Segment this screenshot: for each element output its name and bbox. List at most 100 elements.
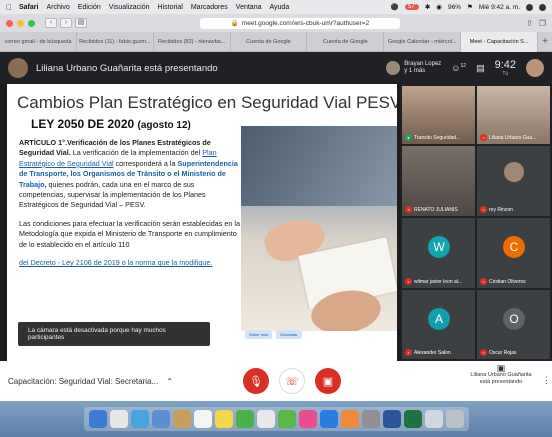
hangup-icon: ☏ — [285, 375, 299, 388]
tab-recibidos-2[interactable]: Recibidos (82) - riienavba... — [154, 31, 231, 52]
contacts-icon[interactable] — [172, 410, 191, 428]
notification-icon[interactable] — [539, 3, 546, 11]
search-icon[interactable] — [526, 3, 533, 11]
participant-name: rey Rincon — [489, 206, 513, 213]
excel-icon[interactable] — [403, 410, 422, 428]
participant-tile[interactable]: × Liliana Urbano Gua... — [477, 86, 550, 144]
messages-icon[interactable] — [277, 410, 296, 428]
menu-visualizacion[interactable]: Visualización — [109, 4, 150, 11]
clock-text[interactable]: Mié 9:42 a. m. — [479, 4, 520, 11]
speaking-icon: ● — [405, 134, 412, 141]
participant-tile[interactable]: ● Transito Seguridad... — [402, 86, 475, 144]
p1-text-2: corresponderá a la — [113, 158, 178, 168]
close-window-icon[interactable] — [6, 19, 13, 27]
presentation-chip[interactable]: Brayan Lopez y 1 más — [386, 61, 441, 75]
tab-cuenta-google-2[interactable]: Cuenta de Google — [307, 31, 385, 52]
tab-gmail[interactable]: correo gmail - de búsqueda — [0, 31, 77, 52]
toolbar-actions: ⇧ ❐ — [526, 19, 546, 28]
participant-tile[interactable]: O × Oscar Rojas — [477, 290, 550, 359]
slide-subtitle-date: (agosto 12) — [137, 120, 191, 131]
mail-icon[interactable] — [151, 410, 170, 428]
photos-icon[interactable] — [256, 410, 275, 428]
meeting-time-sub: Tú — [502, 71, 509, 77]
address-bar[interactable]: 🔒 meet.google.com/wrs-cbuk-umr?authuser=… — [200, 17, 400, 29]
slide-subtitle: LEY 2050 DE 2020 (agosto 12) — [31, 117, 191, 131]
mic-off-icon: × — [405, 349, 412, 356]
participant-tile[interactable]: × RENATO JULIANIS — [402, 146, 475, 216]
students-exam-photo — [241, 126, 397, 331]
sidebar-icon[interactable]: ▤ — [75, 18, 87, 28]
recording-badge[interactable]: 57' — [405, 4, 419, 10]
slide-subtitle-law: LEY 2050 DE 2020 — [31, 117, 135, 131]
url-text: meet.google.com/wrs-cbuk-umr?authuser=2 — [241, 19, 370, 27]
participant-tile[interactable]: × rey Rincon — [477, 146, 550, 216]
dismiss-button[interactable]: Descartar — [276, 330, 302, 339]
finder-icon[interactable] — [88, 410, 107, 428]
participant-name: RENATO JULIANIS — [414, 206, 458, 213]
learn-more-button[interactable]: Saber más — [245, 330, 273, 339]
browser-toolbar: ‹ › ▤ 🔒 meet.google.com/wrs-cbuk-umr?aut… — [0, 14, 552, 32]
mic-off-icon: × — [405, 206, 412, 213]
notes-icon[interactable] — [214, 410, 233, 428]
wifi-icon[interactable]: ◉ — [436, 3, 442, 11]
mic-status-icon[interactable]: ⚫ — [391, 3, 399, 11]
tab-recibidos-1[interactable]: Recibidos (11) - fabio.guzm... — [77, 31, 154, 52]
menu-marcadores[interactable]: Marcadores — [191, 4, 228, 11]
participant-photo — [504, 162, 524, 182]
folder-icon[interactable] — [424, 410, 443, 428]
toast-actions: Saber más Descartar — [245, 330, 302, 339]
more-options-icon[interactable]: ⋮ — [542, 375, 551, 386]
minimize-window-icon[interactable] — [17, 19, 24, 27]
menu-ventana[interactable]: Ventana — [236, 4, 262, 11]
leave-call-button[interactable]: ☏ — [279, 368, 305, 394]
flag-icon[interactable]: ⚑ — [467, 3, 473, 11]
participant-tile[interactable]: W × wilmar javier leon al... — [402, 218, 475, 288]
participant-name: Alexander Salon — [414, 349, 451, 356]
share-icon[interactable]: ⇧ — [526, 19, 533, 28]
maps-icon[interactable] — [235, 410, 254, 428]
zoom-window-icon[interactable] — [28, 19, 35, 27]
meet-header-right: Brayan Lopez y 1 más ☺12 ▤ 9:42 Tú — [386, 59, 544, 77]
tab-cuenta-google-1[interactable]: Cuenta de Google — [231, 31, 308, 52]
camera-disabled-toast: La cámara está desactivada porque hay mu… — [18, 322, 210, 346]
music-icon[interactable] — [298, 410, 317, 428]
chat-icon[interactable]: ▤ — [476, 63, 485, 74]
menu-historial[interactable]: Historial — [158, 4, 183, 11]
tabs-overview-icon[interactable]: ❐ — [539, 19, 546, 28]
menu-safari[interactable]: Safari — [19, 4, 38, 11]
word-icon[interactable] — [382, 410, 401, 428]
tab-meet[interactable]: Meet - Capacitación S... — [461, 31, 539, 52]
participant-label: × rey Rincon — [480, 206, 513, 213]
meeting-details-button[interactable]: Capacitación: Seguridad Vial: Secretaria… — [8, 377, 173, 386]
menu-edicion[interactable]: Edición — [78, 4, 101, 11]
trash-icon[interactable] — [445, 410, 464, 428]
appstore-icon[interactable] — [319, 410, 338, 428]
participants-button[interactable]: ☺12 — [451, 63, 466, 73]
participant-initial: A — [428, 308, 450, 330]
safari-icon[interactable] — [130, 410, 149, 428]
mic-toggle-button[interactable]: 🎙 — [243, 368, 269, 394]
bluetooth-icon[interactable]: ✱ — [425, 3, 430, 11]
menu-archivo[interactable]: Archivo — [46, 4, 69, 11]
calendar-icon[interactable] — [193, 410, 212, 428]
tab-calendar[interactable]: Google Calendar - miércol... — [384, 31, 462, 52]
mic-off-icon: × — [480, 134, 487, 141]
presentation-status[interactable]: ▣ Liliana Urbano Guañarita está presenta… — [466, 364, 536, 386]
mic-off-icon: × — [405, 278, 412, 285]
battery-percent[interactable]: 96% — [448, 4, 461, 11]
preferences-icon[interactable] — [361, 410, 380, 428]
menu-ayuda[interactable]: Ayuda — [269, 4, 289, 11]
new-tab-icon[interactable]: + — [538, 36, 552, 47]
participant-initial: W — [428, 236, 450, 258]
self-avatar[interactable] — [526, 59, 544, 77]
launchpad-icon[interactable] — [109, 410, 128, 428]
books-icon[interactable] — [340, 410, 359, 428]
participant-tile[interactable]: A × Alexander Salon — [402, 290, 475, 359]
forward-button[interactable]: › — [60, 18, 72, 28]
camera-toggle-button[interactable]: ▣ — [315, 368, 341, 394]
apple-icon[interactable]:  — [6, 3, 12, 12]
participant-tile[interactable]: C × Cristian Oliveros — [477, 218, 550, 288]
dock-apps — [83, 407, 469, 431]
back-button[interactable]: ‹ — [45, 18, 57, 28]
window-controls — [6, 19, 35, 27]
